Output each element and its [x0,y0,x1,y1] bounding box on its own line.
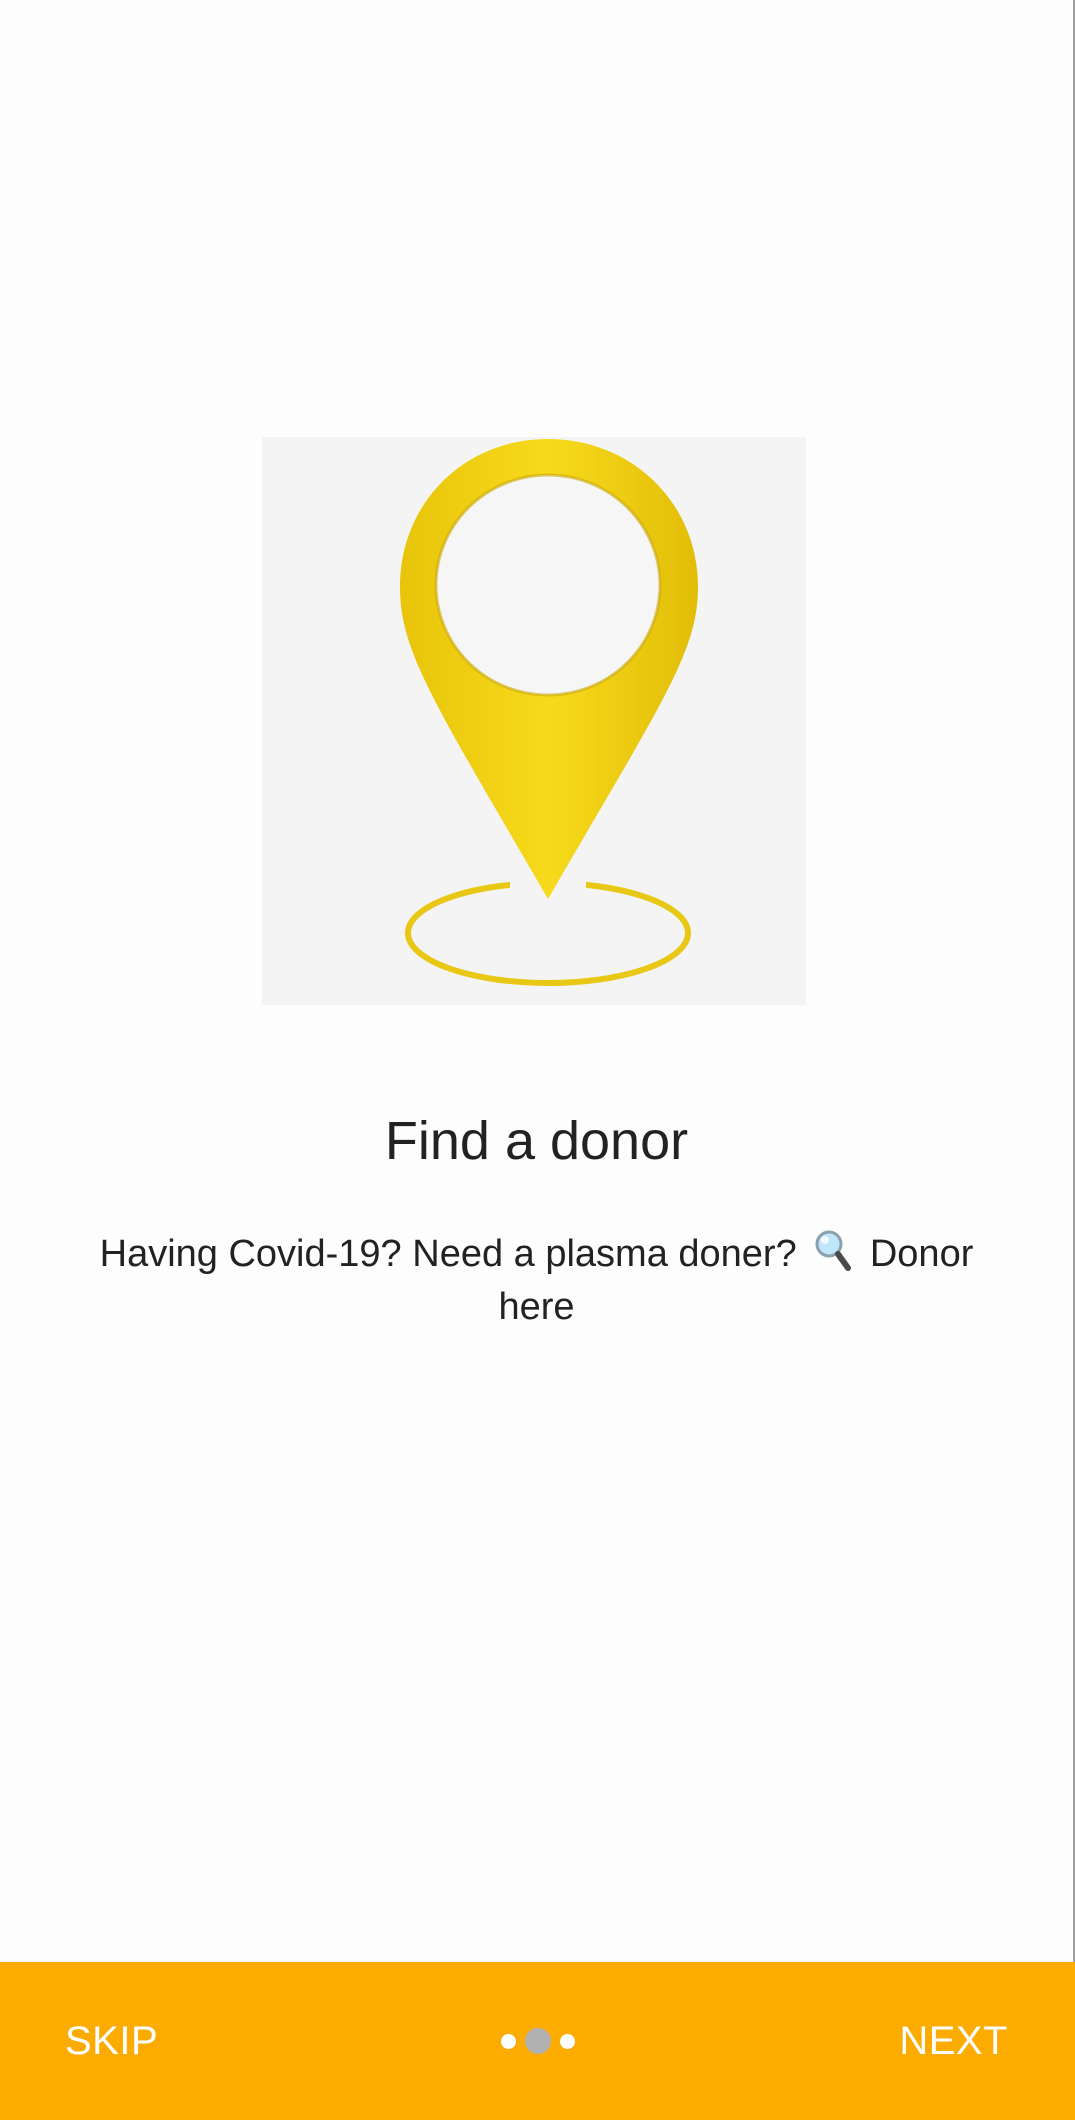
next-button[interactable]: NEXT [899,1962,1008,2120]
page-title: Find a donor [384,1111,689,1171]
page-dot-2-active[interactable] [524,2028,551,2054]
magnifying-glass-icon [813,1228,853,1284]
onboarding-screen: Find a donor Having Covid-19? Need a pla… [0,0,1075,2120]
onboarding-bottom-bar: SKIP NEXT [0,1962,1075,2120]
location-pin-illustration [262,437,806,1005]
page-dot-1[interactable] [500,2033,516,2049]
description-text-start: Having Covid-19? Need a plasma doner? [99,1233,797,1275]
onboarding-description: Having Covid-19? Need a plasma doner? Do… [60,1228,1013,1331]
page-dot-3[interactable] [559,2033,575,2049]
location-pin-icon [400,439,698,986]
